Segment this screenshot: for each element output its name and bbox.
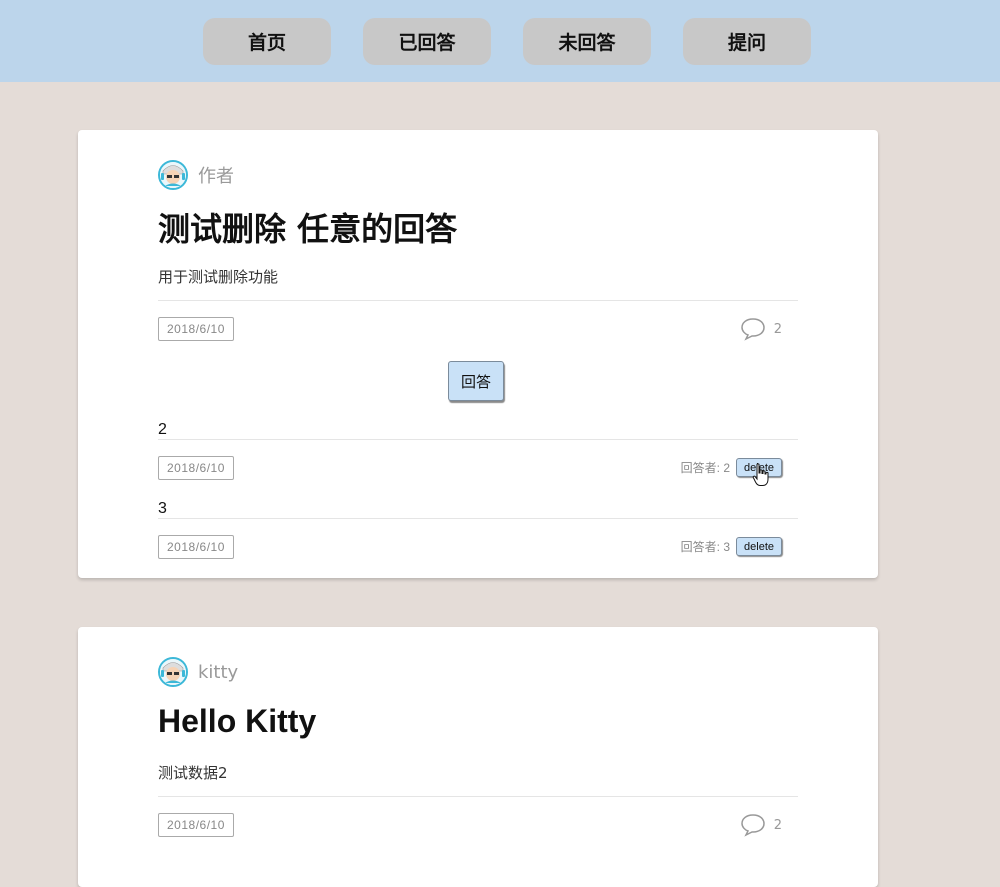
question-card: 作者 测试删除 任意的回答 用于测试删除功能 2018/6/10 2 回答 2 … [78, 130, 878, 578]
comment-bubble-icon [740, 814, 765, 837]
comment-count[interactable]: 2 [740, 813, 782, 837]
avatar[interactable] [158, 160, 188, 190]
author-name[interactable]: kitty [198, 662, 238, 683]
divider [158, 439, 798, 440]
question-description: 用于测试删除功能 [158, 268, 279, 286]
comment-count[interactable]: 2 [740, 317, 782, 341]
answer-date: 2018/6/10 [158, 535, 234, 559]
answerer-label: 回答者: 3 [680, 540, 731, 554]
answer-text: 3 [158, 500, 167, 517]
question-date: 2018/6/10 [158, 317, 234, 341]
author-info: kitty [158, 657, 238, 687]
avatar[interactable] [158, 657, 188, 687]
answer-meta: 回答者: 3 delete [681, 537, 782, 556]
nav-answered-button[interactable]: 已回答 [363, 18, 491, 65]
question-description: 测试数据2 [158, 764, 228, 782]
answerer-label: 回答者: 2 [680, 461, 731, 475]
comment-count-value: 2 [773, 817, 782, 833]
top-navigation-bar: 首页 已回答 未回答 提问 [0, 0, 1000, 82]
comment-count-value: 2 [773, 321, 782, 337]
divider [158, 796, 798, 797]
comment-bubble-icon [740, 318, 765, 341]
author-name[interactable]: 作者 [198, 162, 234, 188]
avatar-icon [160, 162, 186, 188]
answer-text: 2 [158, 421, 167, 438]
nav-ask-button[interactable]: 提问 [683, 18, 811, 65]
nav-home-button[interactable]: 首页 [203, 18, 331, 65]
nav-unanswered-button[interactable]: 未回答 [523, 18, 651, 65]
author-info: 作者 [158, 160, 234, 190]
hand-cursor-icon [752, 463, 769, 486]
answer-button[interactable]: 回答 [448, 361, 504, 401]
divider [158, 518, 798, 519]
question-title[interactable]: 测试删除 任意的回答 [158, 204, 457, 250]
question-date: 2018/6/10 [158, 813, 234, 837]
delete-answer-button[interactable]: delete [736, 537, 782, 556]
question-title[interactable]: Hello Kitty [158, 703, 316, 740]
divider [158, 300, 798, 301]
answer-date: 2018/6/10 [158, 456, 234, 480]
avatar-icon [160, 659, 186, 685]
question-card: kitty Hello Kitty 测试数据2 2018/6/10 2 [78, 627, 878, 887]
